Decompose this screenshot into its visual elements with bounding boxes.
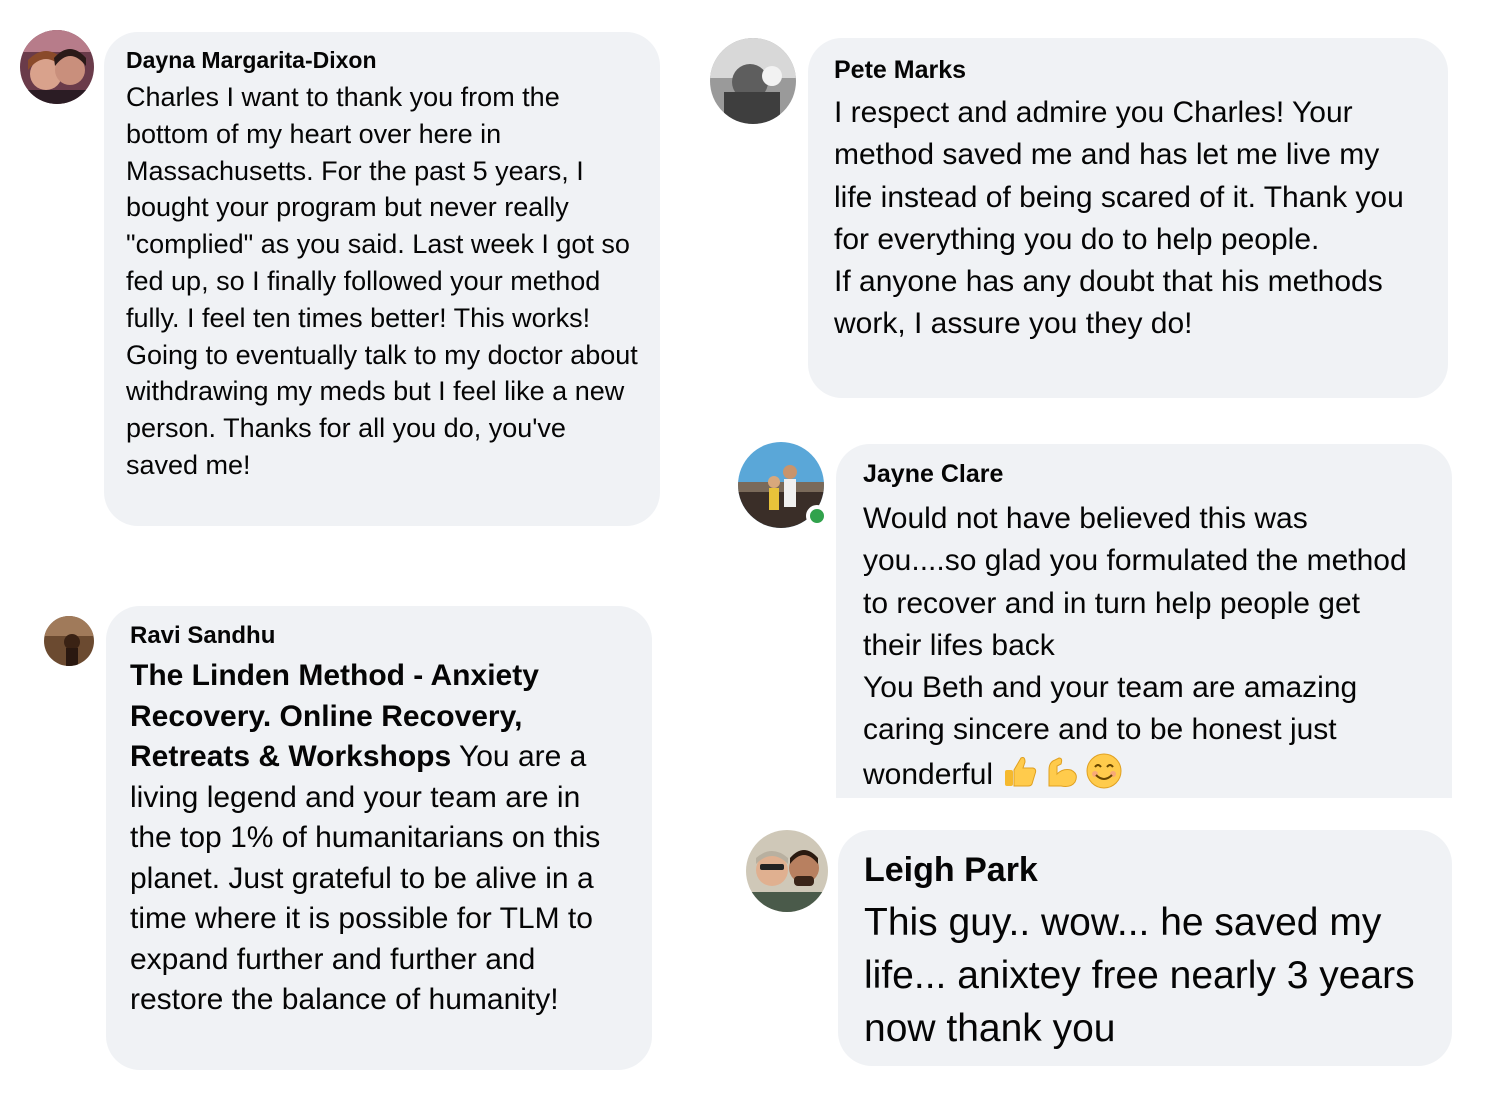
comment-bubble: Pete Marks I respect and admire you Char… [808, 38, 1448, 398]
comment-text: I respect and admire you Charles! Your m… [834, 96, 1404, 341]
comment-author[interactable]: Dayna Margarita-Dixon [126, 46, 638, 74]
comment-bubble: Jayne Clare Would not have believed this… [836, 444, 1452, 798]
comment-author[interactable]: Pete Marks [834, 56, 1422, 84]
comment-text: Charles I want to thank you from the bot… [126, 82, 638, 480]
comment-text: Would not have believed this was you....… [863, 498, 1426, 796]
comment-author[interactable]: Leigh Park [864, 848, 1426, 892]
emoji-row [1001, 752, 1123, 790]
online-status-icon [806, 505, 828, 527]
comment-text-body: You are a living legend and your team ar… [130, 740, 601, 1016]
avatar[interactable] [746, 830, 828, 912]
comment-bubble: Leigh Park This guy.. wow... he saved my… [838, 830, 1452, 1066]
smiling-face-icon [1086, 753, 1122, 789]
comment-text: This guy.. wow... he saved my life... an… [864, 901, 1415, 1050]
avatar[interactable] [20, 30, 94, 104]
avatar[interactable] [44, 616, 94, 666]
comment-text-body: Would not have believed this was you....… [863, 502, 1407, 791]
comment-bubble: Dayna Margarita-Dixon Charles I want to … [104, 32, 660, 526]
avatar[interactable] [738, 442, 828, 528]
comment-text: The Linden Method - Anxiety Recovery. On… [130, 656, 628, 1021]
comment-author[interactable]: Jayne Clare [863, 460, 1426, 488]
flexed-biceps-icon [1048, 757, 1077, 787]
thumbs-up-icon [1005, 756, 1037, 787]
avatar[interactable] [710, 38, 796, 124]
comment-author[interactable]: Ravi Sandhu [130, 622, 628, 650]
comment-bubble: Ravi Sandhu The Linden Method - Anxiety … [106, 606, 652, 1070]
